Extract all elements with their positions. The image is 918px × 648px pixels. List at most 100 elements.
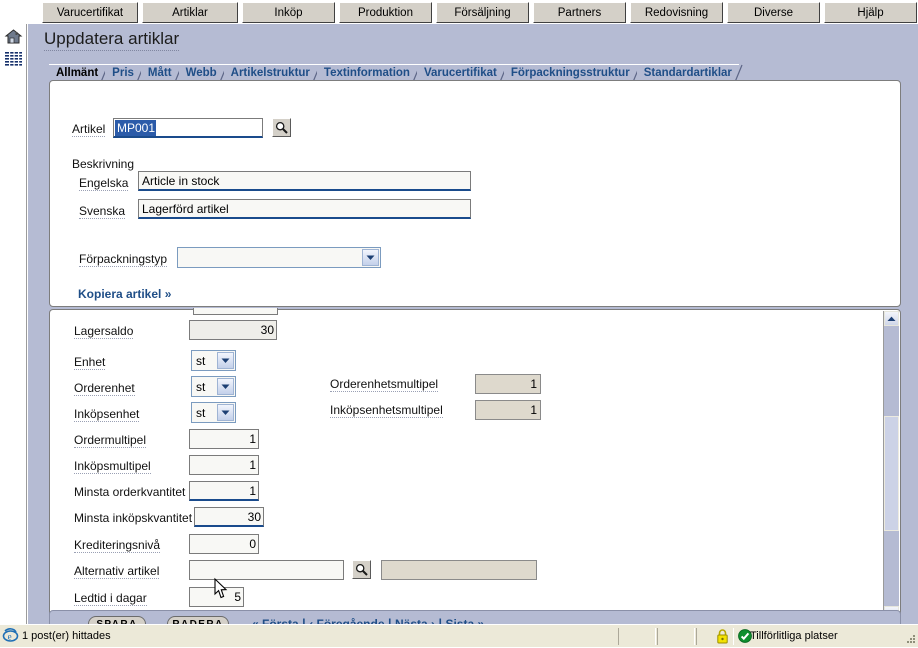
orderenhetsmultipel-value: 1 xyxy=(475,374,541,394)
alternativ-artikel-search-button[interactable] xyxy=(352,560,371,579)
ledtid-label: Ledtid i dagar xyxy=(74,591,147,606)
enhet-value: st xyxy=(196,354,206,368)
sub-tab-artikelstruktur[interactable]: Artikelstruktur xyxy=(223,64,321,83)
alternativ-artikel-input[interactable] xyxy=(189,560,344,580)
main-tab-label: Produktion xyxy=(358,6,413,19)
status-segment xyxy=(657,628,695,645)
resize-grip-icon[interactable] xyxy=(904,633,916,645)
minsta-inkopskvantitet-input[interactable] xyxy=(194,507,264,527)
krediteringsniva-input[interactable] xyxy=(189,534,259,554)
sub-tab-matt[interactable]: Mått xyxy=(140,64,183,83)
alternativ-artikel-description xyxy=(381,560,537,580)
chevron-down-icon[interactable] xyxy=(217,378,234,395)
main-tab-diverse[interactable]: Diverse xyxy=(727,2,820,23)
main-tab-label: Varucertifikat xyxy=(56,6,124,19)
main-tab-inkop[interactable]: Inköp xyxy=(242,2,335,23)
list-icon[interactable] xyxy=(5,52,22,69)
main-tab-hjalp[interactable]: Hjälp xyxy=(824,2,917,23)
beskrivning-label: Beskrivning xyxy=(72,157,135,171)
svenska-label: Svenska xyxy=(79,204,126,219)
svg-text:e: e xyxy=(8,632,12,642)
lagersaldo-label: Lagersaldo xyxy=(74,324,134,339)
main-tab-varucertifikat[interactable]: Varucertifikat xyxy=(42,2,138,23)
forpackningstyp-label: Förpackningstyp xyxy=(79,252,168,267)
article-details-panel: Lagersaldo Enhet st Orderenhet st Inköps… xyxy=(49,308,901,621)
main-tab-partners[interactable]: Partners xyxy=(533,2,626,23)
clipped-scrolled-field xyxy=(193,308,278,315)
internet-explorer-icon: e xyxy=(2,627,19,647)
sub-tab-label: Textinformation xyxy=(323,67,410,79)
ordermultipel-input[interactable] xyxy=(189,429,259,449)
enhet-label: Enhet xyxy=(74,355,106,370)
svenska-input[interactable] xyxy=(138,199,471,219)
minsta-orderkvantitet-input[interactable] xyxy=(189,481,259,501)
sub-tab-standardartiklar[interactable]: Standardartiklar xyxy=(636,64,743,83)
alternativ-artikel-label: Alternativ artikel xyxy=(74,564,160,579)
inkopsenhetsmultipel-value: 1 xyxy=(475,400,541,420)
kopiera-artikel-link[interactable]: Kopiera artikel » xyxy=(78,287,171,301)
home-icon[interactable] xyxy=(4,29,23,47)
krediteringsniva-label: Krediteringsnivå xyxy=(74,538,161,553)
main-tab-label: Redovisning xyxy=(644,6,709,19)
orderenhet-select[interactable]: st xyxy=(191,376,236,397)
inkopsenhet-select[interactable]: st xyxy=(191,402,236,423)
lagersaldo-value xyxy=(189,320,277,340)
security-zone-label: Tillförlitliga platser xyxy=(750,630,838,642)
left-icon-bar xyxy=(0,24,27,624)
minsta-orderkvantitet-label: Minsta orderkvantitet xyxy=(74,485,186,499)
sub-tab-label: Pris xyxy=(112,67,134,79)
chevron-down-icon[interactable] xyxy=(362,249,379,266)
sub-tab-bar: Allmänt Pris Mått Webb Artikelstruktur T… xyxy=(49,63,743,83)
enhet-select[interactable]: st xyxy=(191,350,236,371)
page-title: Uppdatera artiklar xyxy=(44,29,180,51)
status-bar: e 1 post(er) hittades Tillförlitliga pla… xyxy=(0,624,918,647)
sub-tab-webb[interactable]: Webb xyxy=(178,64,228,83)
minsta-inkopskvantitet-label: Minsta inköpskvantitet xyxy=(74,511,193,525)
sub-tab-textinformation[interactable]: Textinformation xyxy=(316,64,421,83)
main-tab-produktion[interactable]: Produktion xyxy=(339,2,432,23)
inkopsmultipel-input[interactable] xyxy=(189,455,259,475)
app-content-area: Uppdatera artiklar Allmänt Pris Mått Web… xyxy=(28,24,918,638)
sub-tab-pris[interactable]: Pris xyxy=(105,64,145,83)
status-message: 1 post(er) hittades xyxy=(22,630,111,642)
scrollbar-thumb[interactable] xyxy=(884,416,899,531)
sub-tab-varucertifikat[interactable]: Varucertifikat xyxy=(416,64,508,83)
sub-tab-label: Standardartiklar xyxy=(643,67,732,79)
orderenhetsmultipel-label: Orderenhetsmultipel xyxy=(330,377,439,392)
main-tab-label: Artiklar xyxy=(172,6,208,19)
artikel-selected-text: MP001 xyxy=(115,120,157,136)
engelska-input[interactable] xyxy=(138,171,471,191)
sub-tab-label: Webb xyxy=(185,67,217,79)
main-tab-list: Varucertifikat Artiklar Inköp Produktion… xyxy=(42,2,917,23)
sub-tab-allmant[interactable]: Allmänt xyxy=(49,64,109,83)
main-tab-label: Partners xyxy=(557,6,602,19)
sub-tab-label: Artikelstruktur xyxy=(230,67,310,79)
artikel-search-button[interactable] xyxy=(272,118,291,137)
main-tab-artiklar[interactable]: Artiklar xyxy=(142,2,238,23)
inkopsenhet-label: Inköpsenhet xyxy=(74,407,140,422)
inkopsenhet-value: st xyxy=(196,406,206,420)
sub-tab-label: Allmänt xyxy=(56,67,99,79)
lock-icon xyxy=(716,629,729,647)
scroll-up-icon[interactable] xyxy=(884,311,899,326)
sub-tab-forpackningsstruktur[interactable]: Förpackningsstruktur xyxy=(503,64,641,83)
main-tab-label: Inköp xyxy=(274,6,303,19)
main-tab-label: Hjälp xyxy=(857,6,884,19)
sub-tab-label: Förpackningsstruktur xyxy=(510,67,630,79)
main-tab-strip: Varucertifikat Artiklar Inköp Produktion… xyxy=(0,0,918,24)
orderenhet-value: st xyxy=(196,380,206,394)
main-tab-redovisning[interactable]: Redovisning xyxy=(630,2,723,23)
forpackningstyp-select[interactable] xyxy=(177,247,381,268)
main-tab-label: Försäljning xyxy=(454,6,511,19)
main-tab-forsaljning[interactable]: Försäljning xyxy=(436,2,529,23)
main-tab-label: Diverse xyxy=(754,6,793,19)
ledtid-input[interactable] xyxy=(189,587,244,607)
ordermultipel-label: Ordermultipel xyxy=(74,433,147,448)
sub-tab-label: Varucertifikat xyxy=(423,67,497,79)
details-scrollbar[interactable] xyxy=(883,311,899,621)
chevron-down-icon[interactable] xyxy=(217,404,234,421)
inkopsenhetsmultipel-label: Inköpsenhetsmultipel xyxy=(330,403,443,418)
chevron-down-icon[interactable] xyxy=(217,352,234,369)
orderenhet-label: Orderenhet xyxy=(74,381,135,396)
artikel-label: Artikel xyxy=(72,122,106,137)
